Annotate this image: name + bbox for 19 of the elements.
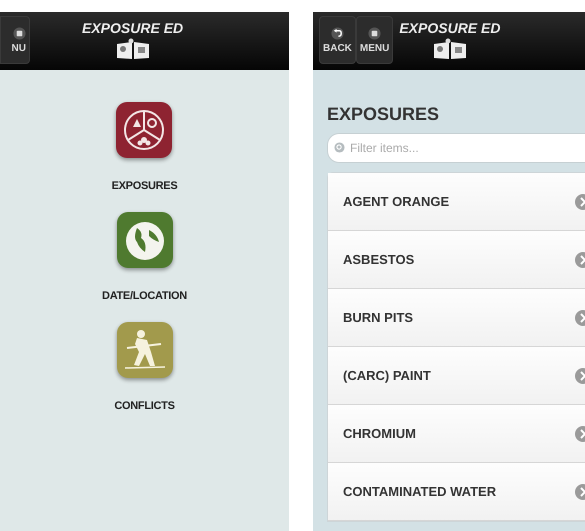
back-icon [330,26,344,40]
soldier-tile-icon[interactable] [116,322,172,378]
book-icon [432,38,467,60]
list-item[interactable]: AGENT ORANGE [328,173,585,231]
back-button[interactable]: BACK [319,16,356,64]
page-heading: EXPOSURES [327,104,440,125]
app-title: EXPOSURE ED [399,20,500,36]
menu-button[interactable]: NU [0,16,30,64]
globe-tile-icon[interactable] [116,212,172,268]
menu-icon [368,26,382,40]
filter-field[interactable]: Filter items... [327,133,585,163]
exposures-tile-icon[interactable] [116,102,172,158]
menu-icon [13,26,26,40]
menu-label[interactable]: EXPOSURES [112,180,178,192]
app-title: EXPOSURE ED [82,20,184,36]
menu-label[interactable]: CONFLICTS [114,400,175,412]
menu-button[interactable]: MENU [356,16,394,64]
book-icon [116,38,150,60]
menu-label[interactable]: DATE/LOCATION [102,290,187,302]
